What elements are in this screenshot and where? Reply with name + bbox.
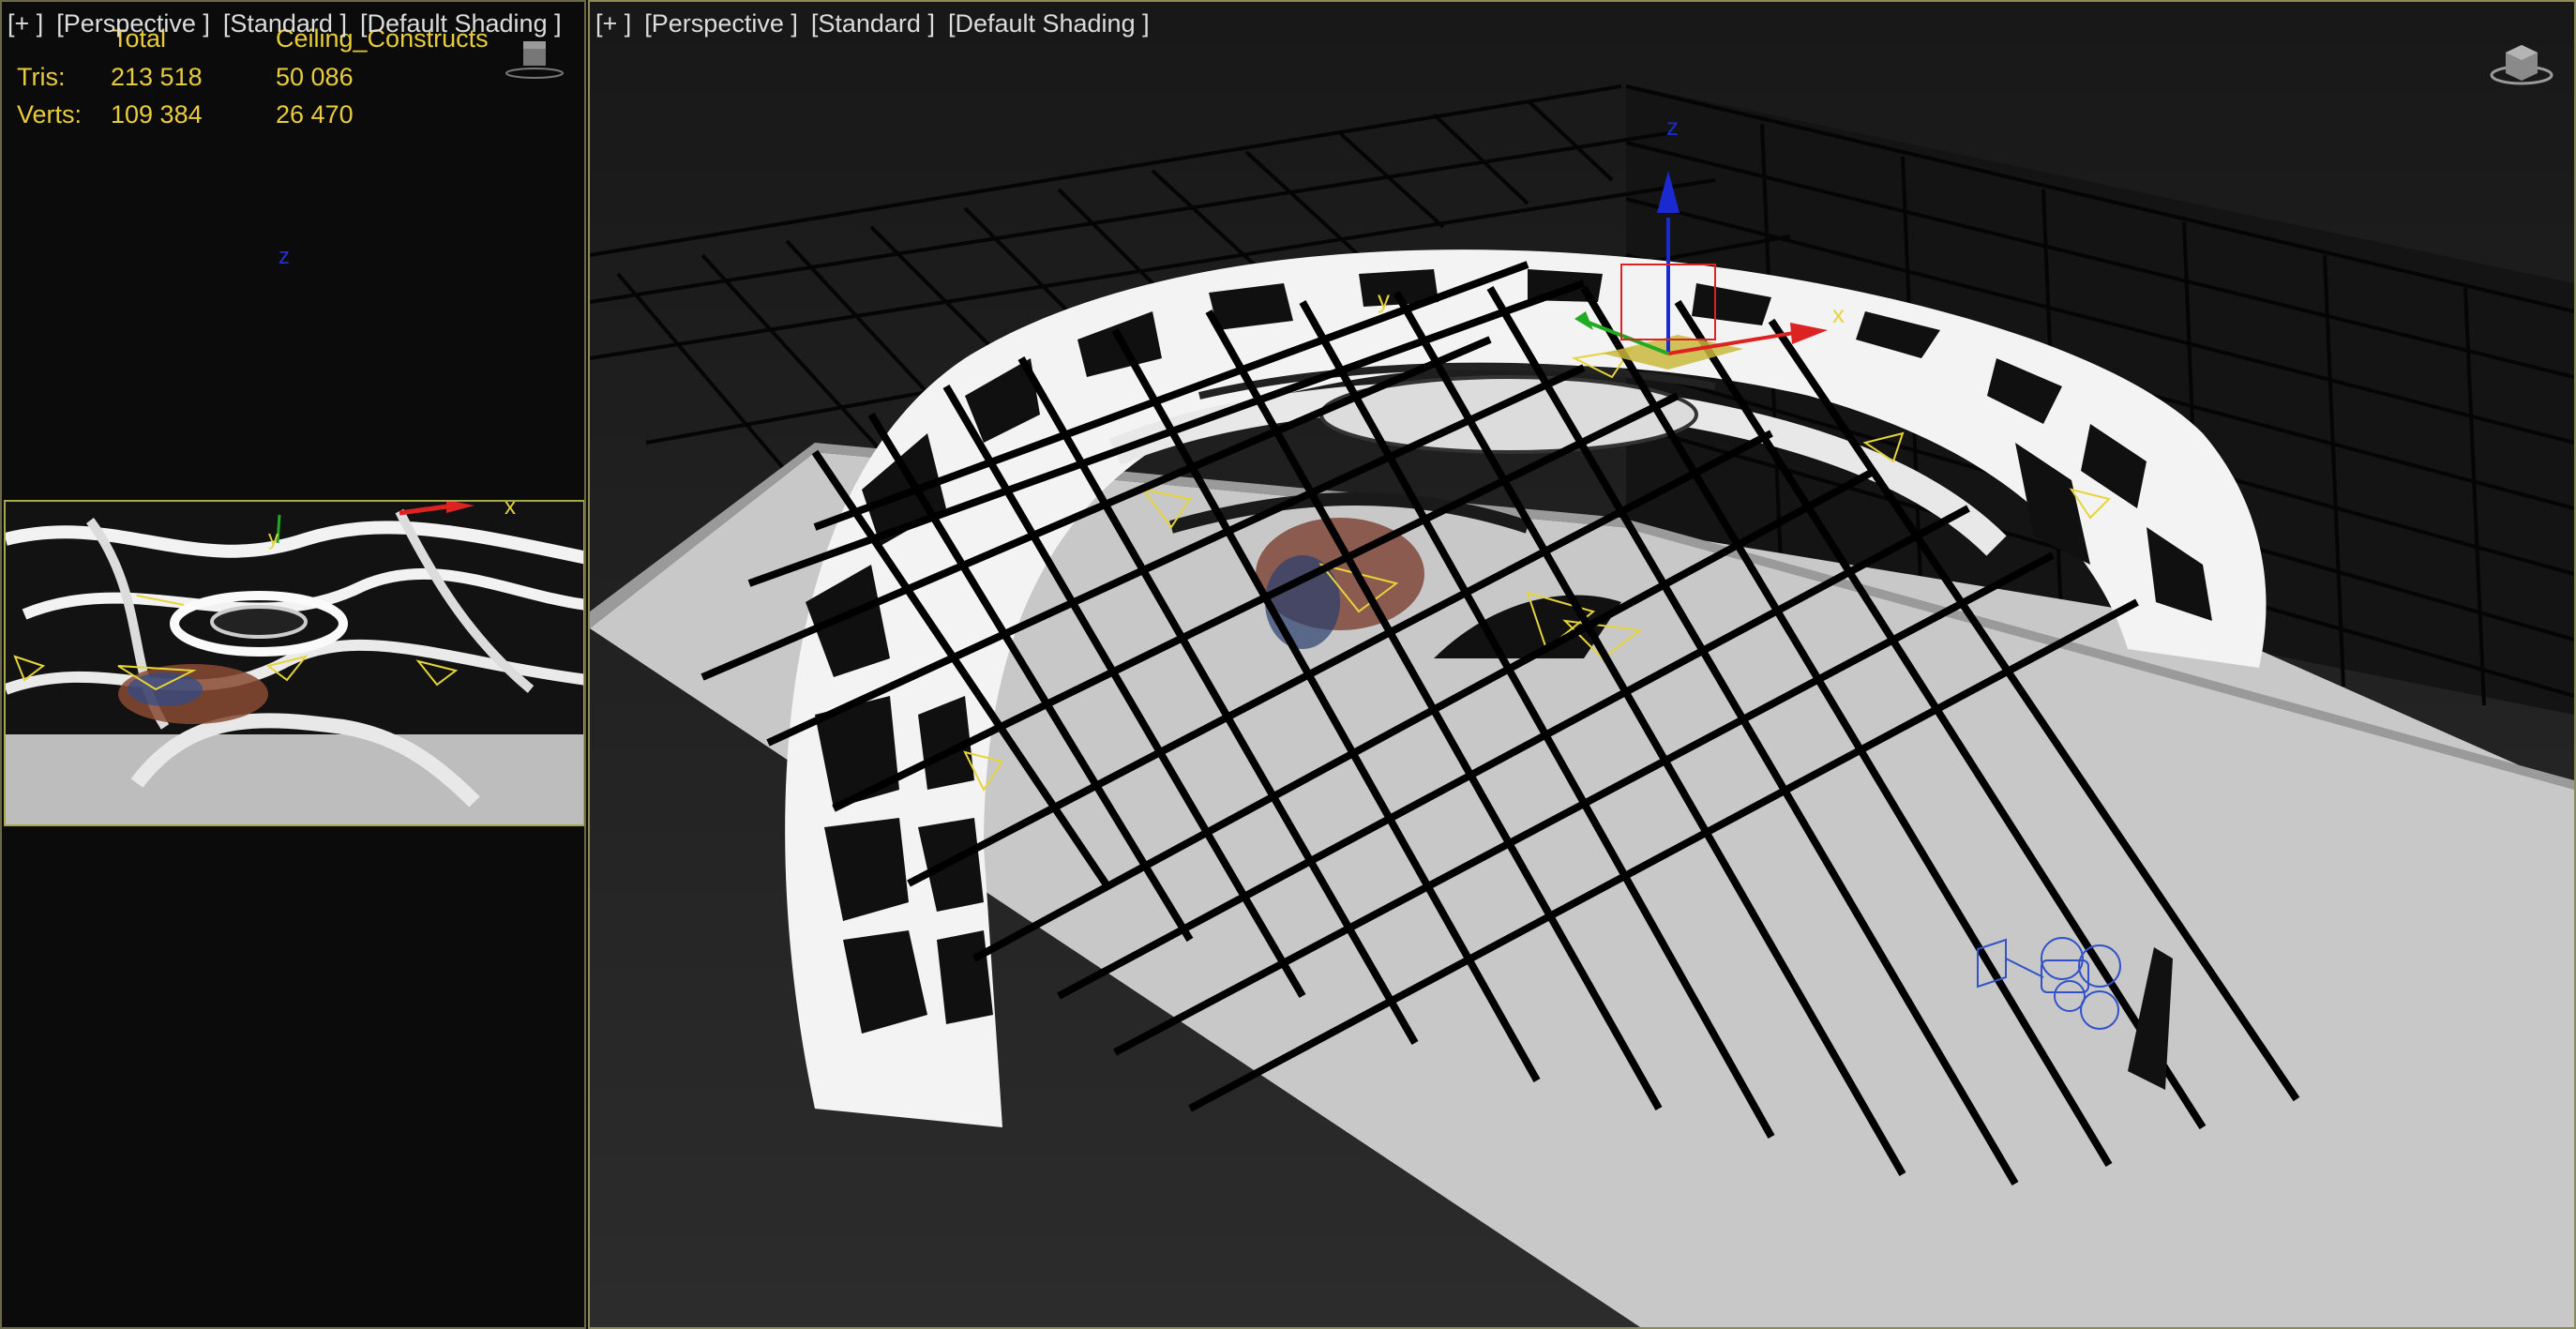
gizmo-axis-y-label: y	[1378, 285, 1390, 313]
viewport-menu-plus[interactable]: [+ ]	[595, 9, 631, 38]
main-viewport[interactable]: [+ ] [Perspective ] [Standard ] [Default Sh…	[588, 0, 2576, 1329]
viewcube-icon[interactable]	[505, 36, 570, 101]
stats-tris-total: 213 518	[111, 63, 203, 91]
viewport-label-left: [+ ] [Perspective ] [Standard ] [Default Sh…	[8, 9, 575, 38]
viewport-menu-view[interactable]: [Perspective ]	[644, 9, 798, 38]
stats-tris-object: 50 086	[276, 63, 354, 91]
axis-z-label: z	[279, 244, 290, 269]
scene-render	[590, 2, 2574, 1327]
stats-verts-total: 109 384	[111, 100, 203, 128]
stats-verts-object: 26 470	[276, 100, 354, 128]
inset-axis-x-label: x	[505, 500, 516, 520]
viewport-menu-shading[interactable]: [Default Shading ]	[360, 9, 562, 38]
inset-axis-y-label: y	[268, 526, 279, 550]
stats-tris-label: Tris:	[17, 63, 66, 91]
viewport-label-main: [+ ] [Perspective ] [Standard ] [Default Sh…	[595, 9, 1163, 38]
viewcube-icon[interactable]	[2489, 36, 2554, 101]
viewport-menu-plus[interactable]: [+ ]	[8, 9, 43, 38]
viewport-menu-style[interactable]: [Standard ]	[811, 9, 935, 38]
gizmo-axis-x-label: x	[1832, 300, 1845, 328]
scene-preview-inset[interactable]: x y	[4, 500, 584, 826]
viewport-menu-shading[interactable]: [Default Shading ]	[948, 9, 1150, 38]
left-viewport[interactable]: [+ ] [Perspective ] [Standard ] [Default Sh…	[0, 0, 586, 1329]
stats-verts-label: Verts:	[17, 100, 83, 128]
viewport-menu-style[interactable]: [Standard ]	[223, 9, 347, 38]
viewport-menu-view[interactable]: [Perspective ]	[56, 9, 210, 38]
gizmo-axis-z-label: z	[1666, 113, 1679, 141]
